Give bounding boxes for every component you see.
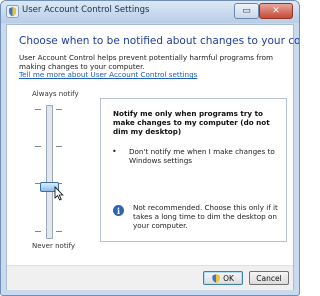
dialog-content: Choose when to be notified about changes… bbox=[6, 24, 299, 290]
ok-button[interactable]: OK bbox=[203, 271, 243, 285]
cancel-button[interactable]: Cancel bbox=[249, 271, 289, 285]
slider-top-label: Always notify bbox=[32, 90, 79, 98]
minimize-button[interactable]: ▭ bbox=[234, 3, 259, 19]
mouse-cursor-icon bbox=[54, 186, 64, 201]
learn-more-link[interactable]: Tell me more about User Account Control … bbox=[19, 70, 197, 79]
button-bar: OK Cancel bbox=[7, 265, 293, 290]
title-bar[interactable]: User Account Control Settings ▭ ✕ bbox=[1, 1, 299, 23]
level-description-panel: Notify me only when programs try to make… bbox=[100, 98, 287, 242]
window-title: User Account Control Settings bbox=[22, 5, 150, 15]
slider-tick bbox=[35, 146, 41, 147]
slider-tick bbox=[35, 109, 41, 110]
uac-settings-window: User Account Control Settings ▭ ✕ Choose… bbox=[0, 0, 300, 296]
minimize-icon: ▭ bbox=[242, 6, 251, 16]
slider-track[interactable] bbox=[46, 105, 53, 239]
close-button[interactable]: ✕ bbox=[259, 3, 293, 19]
bullet-icon: • bbox=[112, 147, 117, 156]
slider-tick bbox=[35, 231, 41, 232]
close-icon: ✕ bbox=[272, 6, 280, 16]
slider-tick bbox=[56, 146, 62, 147]
ok-button-label: OK bbox=[223, 273, 234, 283]
uac-shield-icon bbox=[6, 5, 19, 18]
slider-tick bbox=[56, 231, 62, 232]
info-icon: i bbox=[113, 205, 124, 216]
recommendation-note: Not recommended. Choose this only if it … bbox=[133, 203, 278, 230]
level-bullet-text: Don't notify me when I make changes to W… bbox=[129, 147, 275, 165]
description-text: User Account Control helps prevent poten… bbox=[19, 53, 274, 71]
cancel-button-label: Cancel bbox=[256, 273, 282, 283]
page-heading: Choose when to be notified about changes… bbox=[19, 35, 300, 47]
level-title: Notify me only when programs try to make… bbox=[113, 109, 270, 136]
slider-bottom-label: Never notify bbox=[32, 242, 75, 250]
slider-tick bbox=[56, 109, 62, 110]
admin-shield-icon bbox=[212, 273, 220, 283]
